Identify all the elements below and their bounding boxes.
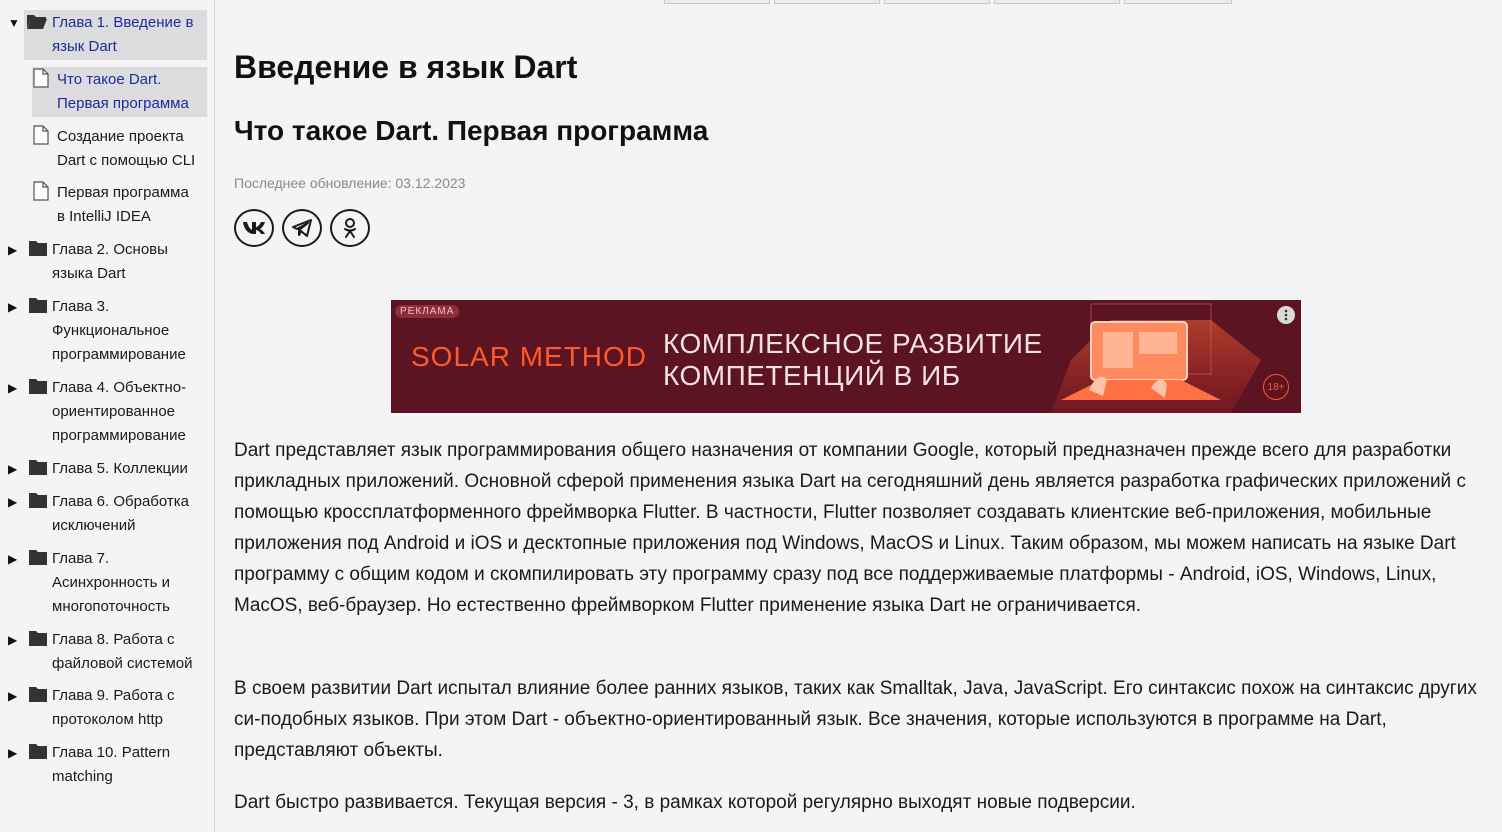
sidebar-item-label: программирование — [52, 346, 186, 363]
ad-badge: РЕКЛАМА — [395, 305, 460, 318]
sidebar-item-chapter-10[interactable]: ▶ Глава 10. Pattern matching — [0, 740, 215, 790]
folder-icon — [29, 744, 47, 759]
sidebar-item-chapter-4[interactable]: ▶ Глава 4. Объектно- ориентированное про… — [0, 375, 215, 449]
folder-icon — [29, 298, 47, 313]
sidebar-item-label: Глава 4. Объектно- — [52, 379, 187, 396]
collapsed-arrow-icon[interactable]: ▶ — [8, 381, 20, 395]
collapsed-arrow-icon[interactable]: ▶ — [8, 552, 20, 566]
sidebar-item-label: протоколом http — [52, 711, 164, 728]
last-updated: Последнее обновление: 03.12.2023 — [234, 175, 466, 191]
folder-icon — [29, 687, 47, 702]
expanded-arrow-icon[interactable]: ▼ — [8, 16, 20, 30]
more-vertical-icon — [1284, 309, 1288, 321]
sidebar-item-what-is-dart[interactable]: Что такое Dart. Первая программа — [0, 67, 215, 117]
sidebar-item-label: многопоточность — [52, 598, 170, 615]
sidebar-item-label: Глава 7. — [52, 550, 110, 567]
article-paragraph: В своем развитии Dart испытал влияние бо… — [234, 678, 1477, 761]
sidebar-item-chapter-8[interactable]: ▶ Глава 8. Работа с файловой системой — [0, 627, 215, 677]
sidebar-item-label: программирование — [52, 427, 186, 444]
document-icon — [33, 181, 49, 201]
sidebar-item-chapter-1[interactable]: ▼ Глава 1. Введение в язык Dart — [0, 10, 215, 60]
document-icon — [33, 68, 49, 88]
sidebar-item-label: Асинхронность и — [52, 574, 170, 591]
collapsed-arrow-icon[interactable]: ▶ — [8, 300, 20, 314]
sidebar-item-create-project-cli[interactable]: Создание проекта Dart с помощью CLI — [0, 124, 215, 174]
document-icon — [33, 125, 49, 145]
share-vk-button[interactable] — [234, 209, 274, 247]
ad-illustration — [1051, 303, 1261, 413]
article-paragraph: Dart быстро развивается. Текущая версия … — [234, 792, 1136, 813]
sidebar-item-label: Глава 9. Работа с — [52, 687, 175, 704]
page-title: Введение в язык Dart — [234, 49, 578, 85]
ad-headline: КОМПЛЕКСНОЕ РАЗВИТИЕ КОМПЕТЕНЦИЙ В ИБ — [663, 328, 1043, 391]
share-telegram-button[interactable] — [282, 209, 322, 247]
sidebar-item-label: Глава 10. Pattern — [52, 744, 171, 761]
sidebar-item-label: Что такое Dart. — [57, 71, 162, 88]
collapsed-arrow-icon[interactable]: ▶ — [8, 243, 20, 257]
sidebar-item-label: Функциональное — [52, 322, 170, 339]
collapsed-arrow-icon[interactable]: ▶ — [8, 462, 20, 476]
share-buttons — [234, 209, 370, 247]
sidebar-item-label: Первая программа — [57, 95, 189, 112]
vk-icon — [243, 222, 265, 234]
collapsed-arrow-icon[interactable]: ▶ — [8, 689, 20, 703]
sidebar-item-label: Dart с помощью CLI — [57, 152, 196, 169]
ad-brand: SOLAR METHOD — [411, 341, 648, 372]
sidebar-toc: ▼ Глава 1. Введение в язык Dart Что тако… — [0, 0, 215, 832]
sidebar-item-label: matching — [52, 768, 113, 785]
article-subtitle: Что такое Dart. Первая программа — [234, 115, 709, 146]
sidebar-item-label: исключений — [52, 517, 136, 534]
sidebar-item-chapter-9[interactable]: ▶ Глава 9. Работа с протоколом http — [0, 683, 215, 733]
sidebar-item-label: ориентированное — [52, 403, 176, 420]
folder-icon — [29, 241, 47, 256]
browser-tab-strip — [660, 0, 1240, 4]
sidebar-item-chapter-5[interactable]: ▶ Глава 5. Коллекции — [0, 456, 215, 482]
odnoklassniki-icon — [344, 218, 356, 238]
article-paragraph: Dart представляет язык программирования … — [234, 440, 1466, 616]
sidebar-item-label: Глава 5. Коллекции — [52, 460, 188, 477]
sidebar-item-label: язык Dart — [52, 38, 117, 55]
collapsed-arrow-icon[interactable]: ▶ — [8, 495, 20, 509]
folder-icon — [29, 460, 47, 475]
folder-icon — [29, 631, 47, 646]
telegram-icon — [292, 219, 312, 237]
collapsed-arrow-icon[interactable]: ▶ — [8, 633, 20, 647]
folder-icon — [29, 550, 47, 565]
age-rating-badge: 18+ — [1263, 374, 1289, 400]
sidebar-item-label: Глава 3. — [52, 298, 110, 315]
sidebar-item-label: Глава 2. Основы — [52, 241, 168, 258]
sidebar-item-label: Глава 1. Введение в — [52, 14, 194, 31]
sidebar-item-label: Глава 8. Работа с — [52, 631, 175, 648]
sidebar-item-label: в IntelliJ IDEA — [57, 208, 151, 225]
ad-banner[interactable]: РЕКЛАМА SOLAR METHOD КОМПЛЕКСНОЕ РАЗВИТИ… — [391, 300, 1301, 413]
sidebar-item-chapter-6[interactable]: ▶ Глава 6. Обработка исключений — [0, 489, 215, 539]
sidebar-item-label: файловой системой — [52, 655, 193, 672]
sidebar-item-label: Глава 6. Обработка — [52, 493, 190, 510]
share-odnoklassniki-button[interactable] — [330, 209, 370, 247]
sidebar-item-chapter-3[interactable]: ▶ Глава 3. Функциональное программирован… — [0, 294, 215, 368]
sidebar-item-label: языка Dart — [52, 265, 126, 282]
sidebar-item-chapter-7[interactable]: ▶ Глава 7. Асинхронность и многопоточнос… — [0, 546, 215, 620]
sidebar-item-label: Первая программа — [57, 184, 189, 201]
sidebar-item-intellij[interactable]: Первая программа в IntelliJ IDEA — [0, 180, 215, 230]
collapsed-arrow-icon[interactable]: ▶ — [8, 746, 20, 760]
sidebar-item-label: Создание проекта — [57, 128, 184, 145]
folder-icon — [29, 493, 47, 508]
sidebar-item-chapter-2[interactable]: ▶ Глава 2. Основы языка Dart — [0, 237, 215, 287]
folder-icon — [29, 379, 47, 394]
ad-options-button[interactable] — [1277, 306, 1295, 324]
folder-open-icon — [27, 15, 47, 29]
